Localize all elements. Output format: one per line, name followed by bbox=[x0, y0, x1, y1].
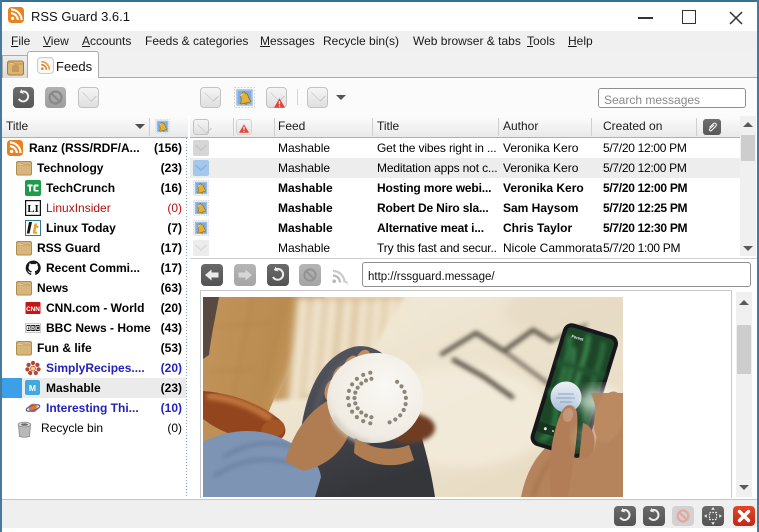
svg-text:C: C bbox=[36, 326, 40, 332]
svg-text:M: M bbox=[29, 383, 36, 393]
svg-text:B: B bbox=[31, 326, 35, 332]
svg-text:CNN: CNN bbox=[26, 306, 40, 313]
svg-text:B: B bbox=[27, 326, 31, 332]
svg-text:LI: LI bbox=[27, 203, 39, 215]
